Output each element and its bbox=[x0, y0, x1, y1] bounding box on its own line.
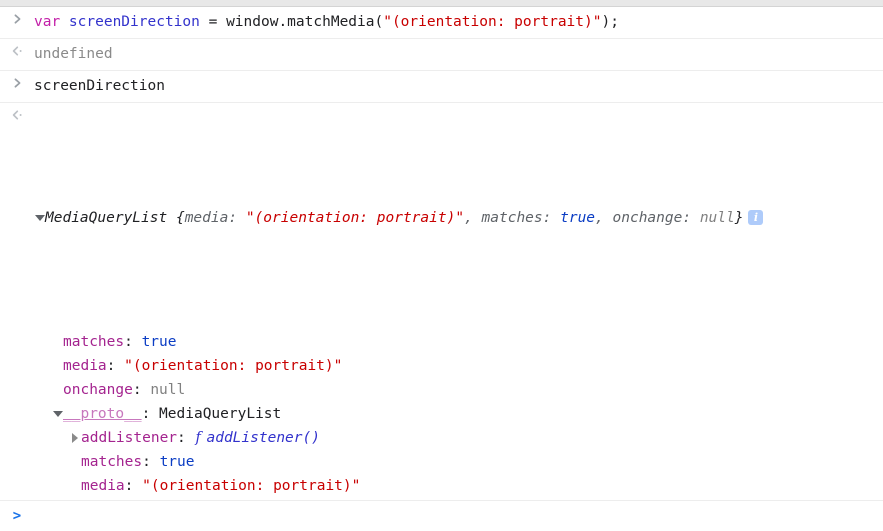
property-separator: : bbox=[177, 430, 195, 446]
code-token-keyword: var bbox=[34, 14, 69, 30]
prompt-chevron-icon: > bbox=[12, 508, 22, 524]
property-key: matches bbox=[63, 334, 125, 350]
function-marker-icon: f bbox=[195, 430, 206, 446]
object-class-name: MediaQueryList bbox=[45, 210, 168, 226]
property-key: matches bbox=[81, 454, 143, 470]
code-token-tail: ); bbox=[601, 14, 619, 30]
object-preview-row[interactable]: MediaQueryList {media: "(orientation: po… bbox=[34, 206, 877, 230]
console-log-area[interactable]: var screenDirection = window.matchMedia(… bbox=[0, 7, 883, 500]
object-property-row[interactable]: media: "(orientation: portrait)" bbox=[34, 354, 877, 378]
console-input-code: screenDirection bbox=[0, 74, 883, 99]
property-key: media bbox=[63, 358, 107, 374]
preview-key: onchange bbox=[612, 210, 683, 226]
code-token-identifier: screenDirection bbox=[68, 14, 209, 30]
object-property-row[interactable]: matches: true bbox=[34, 330, 877, 354]
console-input-message[interactable]: screenDirection bbox=[0, 71, 883, 103]
preview-key: media bbox=[184, 210, 229, 226]
console-input-code: var screenDirection = window.matchMedia(… bbox=[0, 10, 883, 35]
property-key: onchange bbox=[63, 382, 133, 398]
preview-value: true bbox=[560, 210, 596, 226]
devtools-console-panel: var screenDirection = window.matchMedia(… bbox=[0, 0, 883, 531]
property-separator: : bbox=[142, 454, 160, 470]
console-input-message[interactable]: var screenDirection = window.matchMedia(… bbox=[0, 7, 883, 39]
chevron-left-return-icon bbox=[8, 107, 28, 120]
property-separator: : bbox=[106, 358, 125, 374]
property-separator: : bbox=[124, 478, 143, 494]
console-output-value: undefined bbox=[0, 42, 883, 67]
property-value: "(orientation: portrait)" bbox=[124, 358, 343, 374]
property-value: "(orientation: portrait)" bbox=[142, 478, 361, 494]
object-property-row[interactable]: onchange: null bbox=[34, 498, 877, 500]
object-property-row[interactable]: addListener: f addListener() bbox=[34, 426, 877, 450]
console-prompt-row[interactable]: > bbox=[0, 500, 883, 531]
console-toolbar-strip bbox=[0, 0, 883, 7]
property-key: __proto__ bbox=[63, 406, 142, 422]
code-token-string: "(orientation: portrait)" bbox=[383, 14, 602, 30]
console-prompt-input[interactable] bbox=[34, 505, 883, 527]
object-property-tree: matches: true media: "(orientation: portr… bbox=[34, 330, 877, 500]
object-inspector: MediaQueryList {media: "(orientation: po… bbox=[0, 106, 883, 500]
undefined-value: undefined bbox=[34, 46, 113, 62]
property-key: addListener bbox=[81, 430, 178, 446]
code-token-call: window.matchMedia( bbox=[226, 14, 384, 30]
info-icon[interactable]: i bbox=[748, 210, 764, 225]
preview-sep: : bbox=[682, 210, 700, 226]
object-property-row[interactable]: onchange: null bbox=[34, 378, 877, 402]
preview-value: "(orientation: portrait)" bbox=[245, 210, 465, 226]
property-value: true bbox=[141, 334, 177, 350]
code-token-identifier: screenDirection bbox=[34, 78, 165, 94]
preview-open-brace: { bbox=[175, 210, 185, 226]
chevron-right-icon bbox=[8, 11, 28, 24]
object-property-row[interactable]: matches: true bbox=[34, 450, 877, 474]
console-output-message[interactable]: undefined bbox=[0, 39, 883, 71]
preview-comma: , bbox=[595, 210, 613, 226]
preview-sep: : bbox=[542, 210, 561, 226]
code-token-operator: = bbox=[208, 14, 227, 30]
property-value: null bbox=[150, 382, 186, 398]
preview-value: null bbox=[699, 210, 735, 226]
object-property-row[interactable]: __proto__: MediaQueryList bbox=[34, 402, 877, 426]
preview-sep: : bbox=[228, 210, 246, 226]
chevron-right-icon bbox=[8, 75, 28, 88]
preview-close-brace: } bbox=[734, 210, 744, 226]
property-value: addListener() bbox=[206, 430, 320, 446]
chevron-left-return-icon bbox=[8, 43, 28, 56]
preview-comma: , bbox=[464, 210, 482, 226]
property-separator: : bbox=[124, 334, 142, 350]
disclosure-triangle-open-icon[interactable] bbox=[34, 212, 45, 223]
preview-key: matches bbox=[481, 210, 543, 226]
property-key: media bbox=[81, 478, 125, 494]
object-property-row[interactable]: media: "(orientation: portrait)" bbox=[34, 474, 877, 498]
property-value: true bbox=[159, 454, 195, 470]
property-value: MediaQueryList bbox=[159, 406, 282, 422]
disclosure-triangle-open-icon[interactable] bbox=[52, 408, 63, 419]
property-separator: : bbox=[141, 406, 160, 422]
console-object-result-message[interactable]: MediaQueryList {media: "(orientation: po… bbox=[0, 103, 883, 500]
property-separator: : bbox=[132, 382, 151, 398]
disclosure-triangle-closed-icon[interactable] bbox=[70, 432, 81, 443]
